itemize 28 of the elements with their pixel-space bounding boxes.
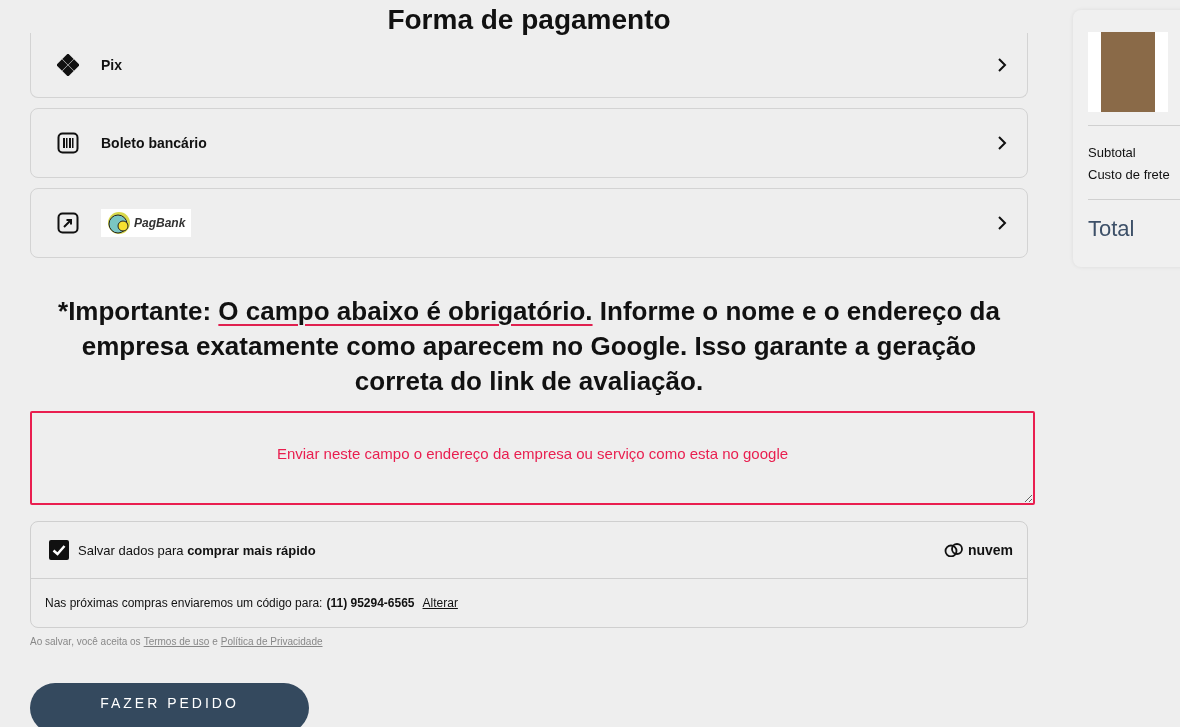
arrow-square-icon bbox=[57, 212, 79, 234]
payment-label: Pix bbox=[101, 57, 123, 73]
checkmark-icon bbox=[52, 544, 66, 556]
notice-text: *Importante: O campo abaixo é obrigatório. Informe o nome e o endereço da empresa exatamente como aparecem no Google. Isso garante a geração correta do link de avaliação. bbox=[57, 295, 1001, 398]
diamond-icon bbox=[57, 54, 79, 76]
change-link[interactable]: Alterar bbox=[422, 596, 458, 610]
rings-icon bbox=[943, 543, 964, 557]
total-label: Total bbox=[1088, 216, 1136, 242]
save-checkbox[interactable] bbox=[49, 540, 69, 560]
payment-option[interactable]: PagBank bbox=[30, 188, 1028, 258]
chevron-right-icon bbox=[997, 215, 1007, 231]
terms-text: e bbox=[212, 636, 218, 647]
save-label: Salvar dados para comprar mais rápido bbox=[78, 542, 317, 558]
payment-label: Boleto bancário bbox=[101, 135, 208, 151]
place-order-button[interactable]: FAZER PEDIDO bbox=[30, 683, 309, 727]
subtotal-label: Subtotal bbox=[1088, 144, 1137, 162]
code-info-text: Nas próximas compras enviaremos um código para: bbox=[45, 596, 323, 610]
pagbank-logo: PagBank bbox=[101, 209, 192, 237]
payment-option[interactable]: Boleto bancário bbox=[30, 108, 1028, 178]
chevron-right-icon bbox=[997, 57, 1007, 73]
barcode-icon bbox=[57, 132, 79, 154]
address-field[interactable]: Enviar neste campo o endereço da empresa ou serviço como esta no google bbox=[30, 411, 1035, 505]
chevron-right-icon bbox=[997, 135, 1007, 151]
phone-number: (11) 95294-6565 bbox=[326, 596, 415, 610]
circles-icon bbox=[107, 211, 131, 235]
shipping-label: Custo de frete bbox=[1088, 166, 1171, 184]
nuvem-logo: nuvem bbox=[943, 542, 1013, 558]
terms-text: Ao salvar, você aceita os bbox=[30, 636, 141, 647]
